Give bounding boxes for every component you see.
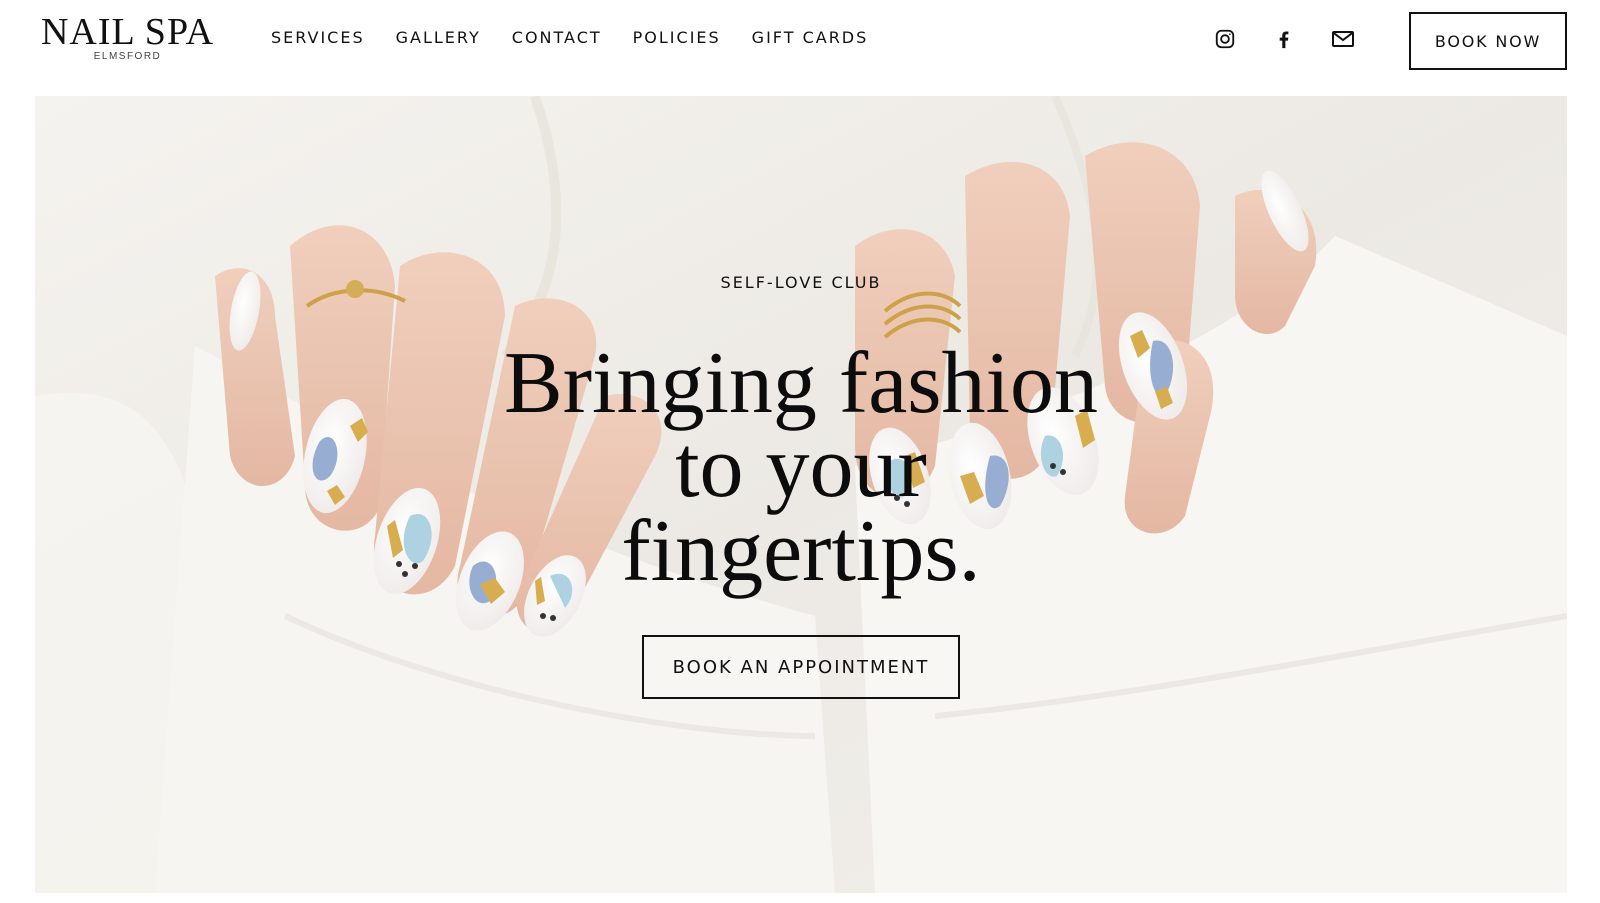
nav-item-gallery[interactable]: GALLERY	[396, 28, 481, 47]
hero-headline: Bringing fashion to your fingertips.	[35, 340, 1567, 596]
hero-headline-line-2: to your	[675, 419, 927, 516]
nav-item-contact[interactable]: CONTACT	[512, 28, 602, 47]
email-icon[interactable]	[1331, 27, 1355, 51]
nav-item-services[interactable]: SERVICES	[271, 28, 365, 47]
hero-content: SELF-LOVE CLUB Bringing fashion to your …	[35, 96, 1567, 893]
hero-eyebrow: SELF-LOVE CLUB	[720, 273, 882, 292]
logo-name: NAIL SPA	[40, 11, 215, 53]
hero-section: SELF-LOVE CLUB Bringing fashion to your …	[35, 96, 1567, 893]
book-now-button[interactable]: BOOK NOW	[1409, 12, 1567, 70]
main-nav: SERVICES GALLERY CONTACT POLICIES GIFT C…	[271, 28, 899, 47]
instagram-icon[interactable]	[1213, 27, 1237, 51]
nav-item-gift-cards[interactable]: GIFT CARDS	[752, 28, 869, 47]
site-header: NAIL SPA ELMSFORD SERVICES GALLERY CONTA…	[0, 0, 1600, 92]
hero-headline-line-1: Bringing fashion	[504, 335, 1098, 432]
social-links	[1213, 27, 1355, 51]
facebook-icon[interactable]	[1272, 27, 1296, 51]
nav-item-policies[interactable]: POLICIES	[633, 28, 721, 47]
book-appointment-button[interactable]: BOOK AN APPOINTMENT	[642, 635, 960, 699]
logo[interactable]: NAIL SPA ELMSFORD	[35, 12, 220, 62]
hero-headline-line-3: fingertips.	[621, 503, 981, 600]
